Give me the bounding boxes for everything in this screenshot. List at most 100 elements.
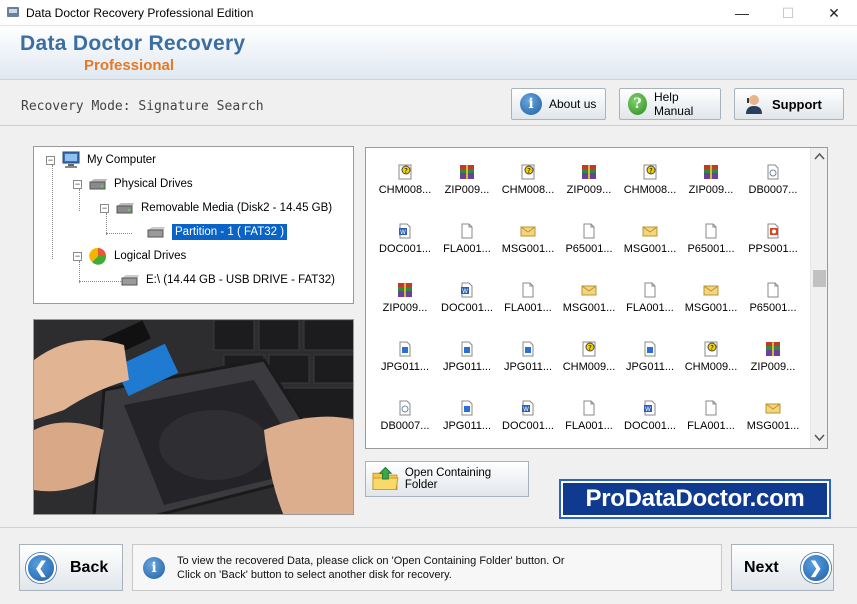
blank-icon bbox=[520, 282, 536, 298]
file-item[interactable]: FLA001... bbox=[436, 223, 498, 255]
drive-tree: − My Computer − Physical Drives − Remova… bbox=[33, 146, 354, 304]
help-manual-button[interactable]: ? Help Manual bbox=[619, 88, 721, 120]
file-name: ZIP009... bbox=[382, 302, 428, 314]
jpg-icon bbox=[459, 400, 475, 416]
file-name: DB0007... bbox=[380, 420, 430, 432]
file-name: CHM008... bbox=[501, 184, 555, 196]
tree-label-physical-drives: Physical Drives bbox=[114, 178, 193, 190]
file-name: FLA001... bbox=[504, 302, 552, 314]
file-item[interactable]: FLA001... bbox=[680, 400, 742, 432]
file-item[interactable]: ZIP009... bbox=[680, 164, 742, 196]
file-item[interactable]: FLA001... bbox=[558, 400, 620, 432]
file-item[interactable]: MSG001... bbox=[497, 223, 559, 255]
minimize-button[interactable]: — bbox=[719, 0, 765, 26]
tree-item-physical-drives[interactable]: − Physical Drives bbox=[73, 175, 193, 193]
file-item[interactable]: W DOC001... bbox=[436, 282, 498, 314]
doc-icon: W bbox=[397, 223, 413, 239]
tree-label-removable-media: Removable Media (Disk2 - 14.45 GB) bbox=[141, 202, 333, 214]
files-scrollbar[interactable] bbox=[810, 148, 827, 448]
file-item[interactable]: ZIP009... bbox=[374, 282, 436, 314]
file-item[interactable]: FLA001... bbox=[619, 282, 681, 314]
file-name: ZIP009... bbox=[444, 184, 490, 196]
file-item[interactable]: MSG001... bbox=[680, 282, 742, 314]
file-item[interactable]: MSG001... bbox=[558, 282, 620, 314]
msg-icon bbox=[642, 223, 658, 239]
file-name: MSG001... bbox=[562, 302, 616, 314]
file-item[interactable]: P65001... bbox=[558, 223, 620, 255]
tree-item-my-computer[interactable]: − My Computer bbox=[46, 151, 156, 169]
tree-item-logical-drives[interactable]: − Logical Drives bbox=[73, 247, 186, 265]
open-folder-label: Open Containing Folder bbox=[404, 467, 492, 491]
info-icon: i bbox=[520, 93, 542, 115]
file-item[interactable]: JPG011... bbox=[374, 341, 436, 373]
file-item[interactable]: P65001... bbox=[680, 223, 742, 255]
svg-text:W: W bbox=[400, 229, 406, 236]
svg-text:W: W bbox=[523, 406, 529, 413]
file-name: PPS001... bbox=[748, 243, 798, 255]
file-item[interactable]: JPG011... bbox=[619, 341, 681, 373]
scroll-down-icon bbox=[814, 434, 825, 442]
about-us-button[interactable]: i About us bbox=[511, 88, 606, 120]
support-button[interactable]: Support bbox=[734, 88, 844, 120]
next-button[interactable]: Next ❯ bbox=[731, 544, 834, 591]
maximize-button[interactable]: ☐ bbox=[765, 0, 811, 26]
file-item[interactable]: ZIP009... bbox=[436, 164, 498, 196]
file-item[interactable]: ? CHM008... bbox=[497, 164, 559, 196]
file-item[interactable]: JPG011... bbox=[436, 400, 498, 432]
file-item[interactable]: W DOC001... bbox=[619, 400, 681, 432]
close-button[interactable]: ✕ bbox=[811, 0, 857, 26]
tree-item-partition[interactable]: Partition - 1 ( FAT32 ) bbox=[146, 223, 288, 241]
file-item[interactable]: DB0007... bbox=[742, 164, 804, 196]
file-item[interactable]: P65001... bbox=[742, 282, 804, 314]
file-item[interactable]: JPG011... bbox=[497, 341, 559, 373]
blank-icon bbox=[459, 223, 475, 239]
file-item[interactable]: PPS001... bbox=[742, 223, 804, 255]
collapse-toggle[interactable]: − bbox=[73, 251, 82, 261]
open-containing-folder-button[interactable]: Open Containing Folder bbox=[365, 461, 529, 497]
tree-item-removable-media[interactable]: − Removable Media (Disk2 - 14.45 GB) bbox=[100, 199, 332, 217]
svg-text:?: ? bbox=[649, 167, 653, 175]
file-name: FLA001... bbox=[565, 420, 613, 432]
file-item[interactable]: ? CHM008... bbox=[619, 164, 681, 196]
file-name: CHM009... bbox=[684, 361, 738, 373]
mode-bar: Recovery Mode: Signature Search i About … bbox=[0, 81, 857, 126]
info-message-box: i To view the recovered Data, please cli… bbox=[132, 544, 722, 591]
file-item[interactable]: DB0007... bbox=[374, 400, 436, 432]
zip-icon bbox=[397, 282, 413, 298]
file-name: MSG001... bbox=[746, 420, 800, 432]
file-item[interactable]: W DOC001... bbox=[374, 223, 436, 255]
file-item[interactable]: W DOC001... bbox=[497, 400, 559, 432]
collapse-toggle[interactable]: − bbox=[73, 179, 82, 189]
collapse-toggle[interactable]: − bbox=[46, 155, 55, 165]
file-name: JPG011... bbox=[503, 361, 553, 373]
file-item[interactable]: ? CHM009... bbox=[558, 341, 620, 373]
file-name: ZIP009... bbox=[750, 361, 796, 373]
file-item[interactable]: ZIP009... bbox=[742, 341, 804, 373]
msg-icon bbox=[703, 282, 719, 298]
app-header: Data Doctor Recovery Professional bbox=[0, 26, 857, 80]
partition-drive-icon bbox=[147, 227, 165, 238]
back-label: Back bbox=[70, 558, 109, 576]
file-name: MSG001... bbox=[623, 243, 677, 255]
collapse-toggle[interactable]: − bbox=[100, 203, 109, 213]
tree-item-drive-e[interactable]: E:\ (14.44 GB - USB DRIVE - FAT32) bbox=[120, 271, 335, 289]
doc-icon: W bbox=[520, 400, 536, 416]
info-line-2: Click on 'Back' button to select another… bbox=[177, 568, 452, 581]
file-name: CHM009... bbox=[562, 361, 616, 373]
file-item[interactable]: ? CHM008... bbox=[374, 164, 436, 196]
back-button[interactable]: ❮ Back bbox=[19, 544, 123, 591]
file-item[interactable]: FLA001... bbox=[497, 282, 559, 314]
file-item[interactable]: JPG011... bbox=[436, 341, 498, 373]
file-item[interactable]: ZIP009... bbox=[558, 164, 620, 196]
next-arrow-icon: ❯ bbox=[800, 552, 831, 583]
file-item[interactable]: ? CHM009... bbox=[680, 341, 742, 373]
doc-icon: W bbox=[642, 400, 658, 416]
svg-text:?: ? bbox=[588, 344, 592, 352]
jpg-icon bbox=[459, 341, 475, 357]
jpg-icon bbox=[642, 341, 658, 357]
file-name: FLA001... bbox=[443, 243, 491, 255]
blank-icon bbox=[581, 400, 597, 416]
file-item[interactable]: MSG001... bbox=[742, 400, 804, 432]
file-item[interactable]: MSG001... bbox=[619, 223, 681, 255]
file-name: CHM008... bbox=[623, 184, 677, 196]
